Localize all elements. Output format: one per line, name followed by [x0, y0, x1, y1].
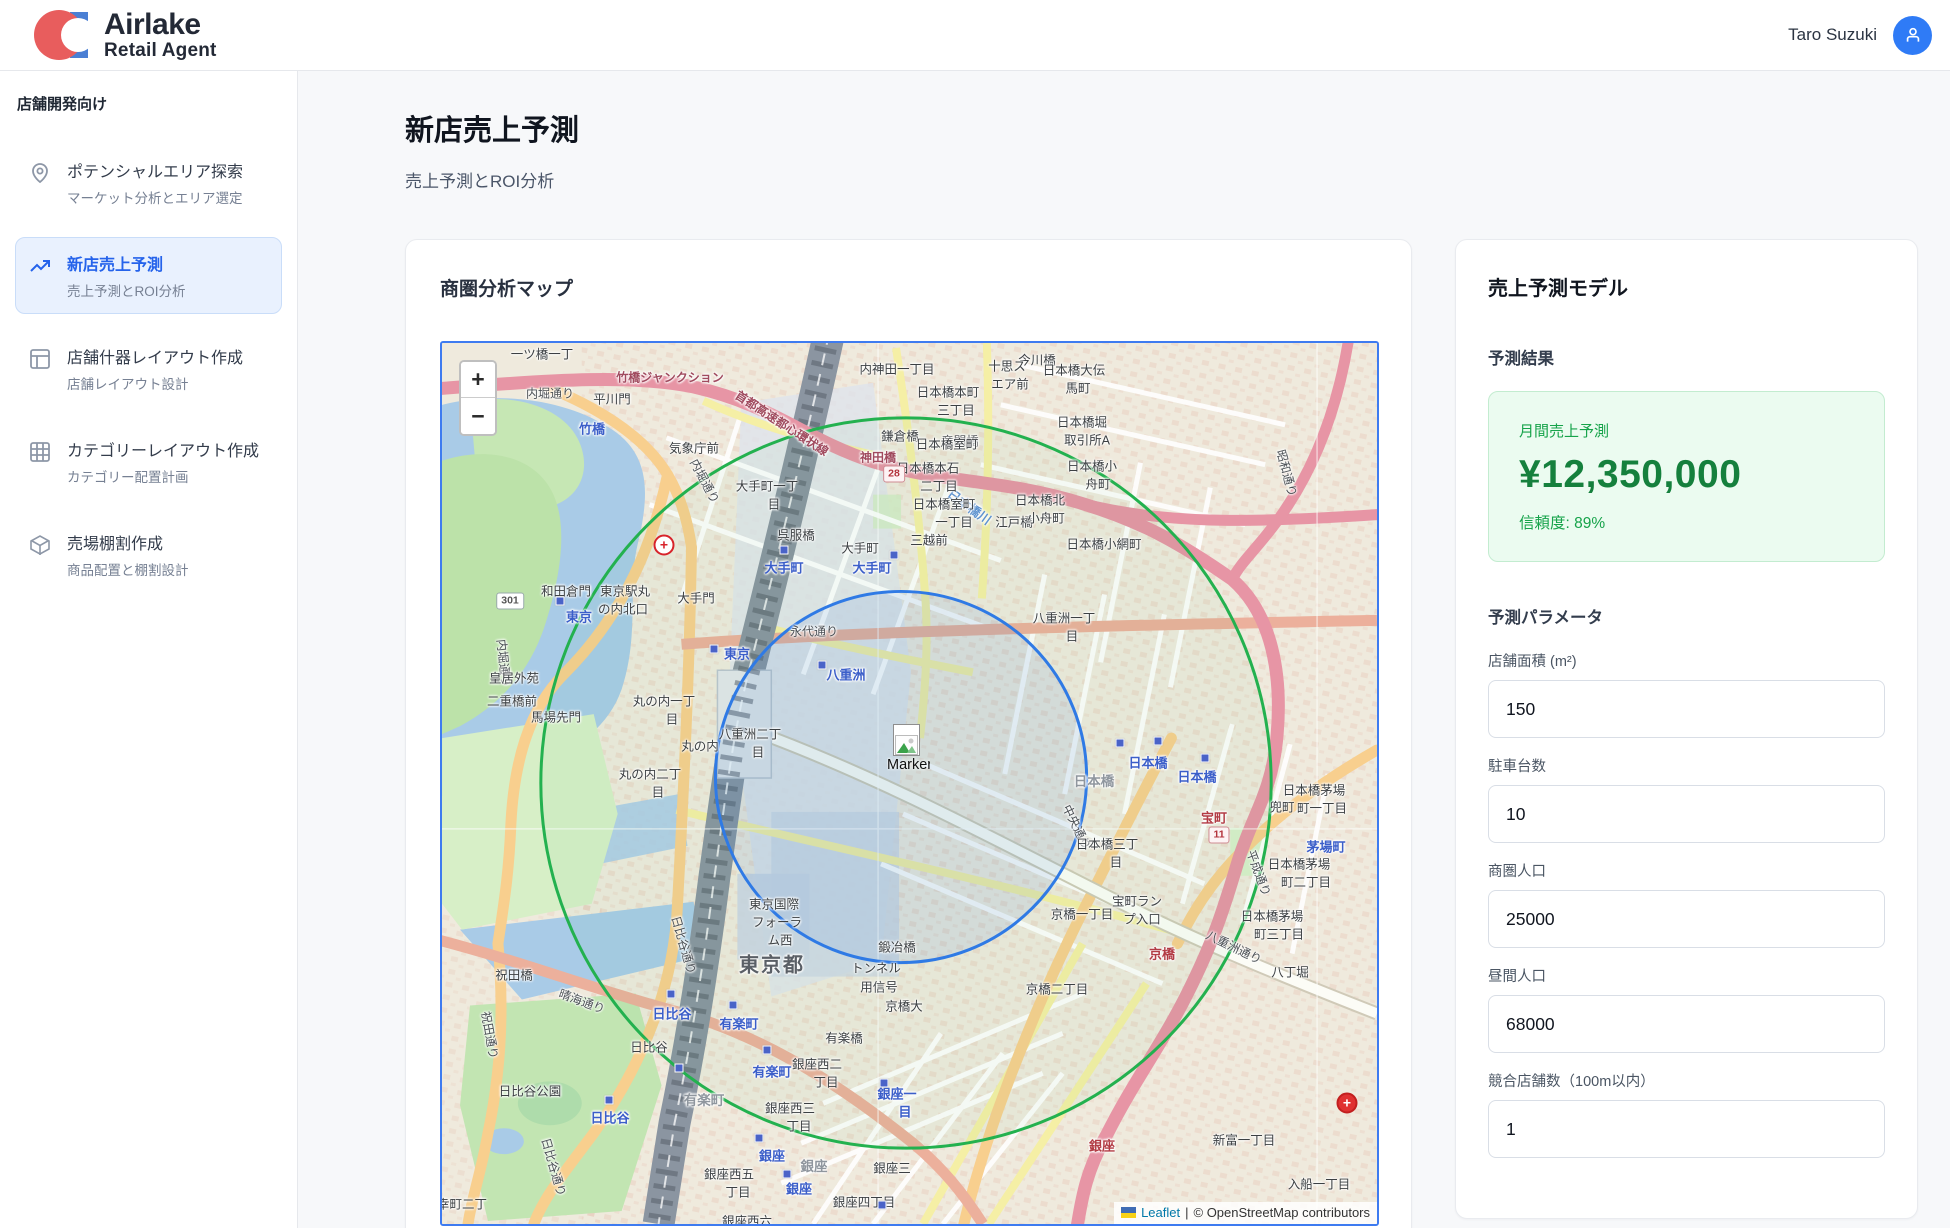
map-marker[interactable]: Marker — [893, 724, 930, 773]
result-heading: 予測結果 — [1488, 345, 1885, 369]
sidebar-item-subtitle: カテゴリー配置計画 — [67, 466, 259, 486]
leaflet-link[interactable]: Leaflet — [1141, 1205, 1180, 1220]
sidebar-item-subtitle: 売上予測とROI分析 — [67, 280, 186, 300]
brand-name: Airlake — [104, 10, 217, 41]
map-pin-icon — [28, 161, 52, 185]
brand-logo: Airlake Retail Agent — [34, 7, 217, 63]
sidebar-item-title: ポテンシャルエリア探索 — [67, 158, 243, 182]
sidebar-item-title: カテゴリーレイアウト作成 — [67, 437, 259, 461]
sidebar-item-category-layout[interactable]: カテゴリーレイアウト作成 カテゴリー配置計画 — [15, 423, 282, 500]
page-title: 新店売上予測 — [405, 107, 1918, 149]
forecast-confidence: 信頼度: 89% — [1519, 511, 1854, 533]
field-parking: 駐車台数 — [1488, 755, 1885, 843]
sidebar: 店舗開発向け ポテンシャルエリア探索 マーケット分析とエリア選定 新店売上予測 … — [0, 71, 298, 1228]
map-terrain — [442, 343, 1377, 1224]
sidebar-item-fixture-layout[interactable]: 店舗什器レイアウト作成 店舗レイアウト設計 — [15, 330, 282, 407]
sidebar-item-potential-area[interactable]: ポテンシャルエリア探索 マーケット分析とエリア選定 — [15, 144, 282, 221]
field-competitors: 競合店舗数（100m以内） — [1488, 1070, 1885, 1158]
osm-attribution-text: © OpenStreetMap contributors — [1194, 1205, 1371, 1220]
field-label: 駐車台数 — [1488, 755, 1885, 776]
daytime-population-input[interactable] — [1488, 995, 1885, 1053]
airlake-logo-icon — [34, 7, 90, 63]
field-label: 昼間人口 — [1488, 965, 1885, 986]
page-subtitle: 売上予測とROI分析 — [405, 167, 1918, 192]
sidebar-item-subtitle: マーケット分析とエリア選定 — [67, 187, 243, 207]
field-label: 競合店舗数（100m以内） — [1488, 1070, 1885, 1091]
map-card-title: 商圏分析マップ — [440, 274, 1377, 301]
map-attribution: Leaflet | © OpenStreetMap contributors — [1114, 1202, 1377, 1224]
brand-subname: Retail Agent — [104, 41, 217, 60]
sidebar-item-title: 新店売上予測 — [67, 251, 186, 275]
marker-label: Marker — [887, 757, 930, 773]
field-trade-area-population: 商圏人口 — [1488, 860, 1885, 948]
ukraine-flag-icon — [1121, 1207, 1136, 1218]
parking-count-input[interactable] — [1488, 785, 1885, 843]
app-header: Airlake Retail Agent Taro Suzuki — [0, 0, 1950, 71]
competitor-count-input[interactable] — [1488, 1100, 1885, 1158]
field-store-area: 店舗面積 (m²) — [1488, 650, 1885, 738]
sidebar-item-sales-forecast[interactable]: 新店売上予測 売上予測とROI分析 — [15, 237, 282, 314]
marker-broken-image-icon — [893, 724, 920, 756]
trade-area-population-input[interactable] — [1488, 890, 1885, 948]
layout-icon — [28, 347, 52, 371]
field-label: 店舗面積 (m²) — [1488, 650, 1885, 671]
store-area-input[interactable] — [1488, 680, 1885, 738]
map-zoom-control: + − — [459, 360, 497, 436]
sidebar-item-title: 店舗什器レイアウト作成 — [67, 344, 243, 368]
field-daytime-population: 昼間人口 — [1488, 965, 1885, 1053]
main-content: 新店売上予測 売上予測とROI分析 商圏分析マップ — [298, 71, 1950, 1228]
sales-model-card: 売上予測モデル 予測結果 月間売上予測 ¥12,350,000 信頼度: 89%… — [1455, 239, 1918, 1219]
model-card-title: 売上予測モデル — [1488, 272, 1885, 301]
params-heading: 予測パラメータ — [1488, 604, 1885, 628]
sidebar-item-planogram[interactable]: 売場棚割作成 商品配置と棚割設計 — [15, 516, 282, 593]
field-label: 商圏人口 — [1488, 860, 1885, 881]
user-name: Taro Suzuki — [1788, 25, 1877, 45]
forecast-result-box: 月間売上予測 ¥12,350,000 信頼度: 89% — [1488, 391, 1885, 562]
avatar[interactable] — [1893, 16, 1932, 55]
forecast-label: 月間売上予測 — [1519, 420, 1854, 441]
user-icon — [1903, 25, 1923, 45]
forecast-amount: ¥12,350,000 — [1519, 453, 1854, 497]
sidebar-item-subtitle: 店舗レイアウト設計 — [67, 373, 243, 393]
zoom-in-button[interactable]: + — [461, 362, 495, 398]
trade-area-map-card: 商圏分析マップ — [405, 239, 1412, 1228]
attribution-separator: | — [1185, 1205, 1188, 1220]
leaflet-map[interactable]: 一ツ橋一丁竹橋ジャンクション内堀通り平川門竹橋気象庁前内神田一丁目今川橋首都高速… — [440, 341, 1379, 1226]
sidebar-item-title: 売場棚割作成 — [67, 530, 189, 554]
sidebar-item-subtitle: 商品配置と棚割設計 — [67, 559, 189, 579]
grid-icon — [28, 440, 52, 464]
zoom-out-button[interactable]: − — [461, 398, 495, 434]
sidebar-section-label: 店舗開発向け — [17, 93, 280, 114]
package-icon — [28, 533, 52, 557]
trending-up-icon — [28, 254, 52, 278]
